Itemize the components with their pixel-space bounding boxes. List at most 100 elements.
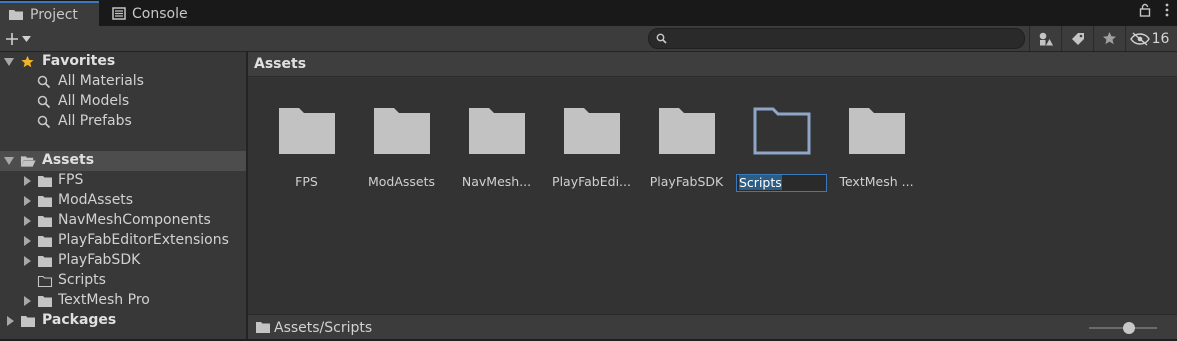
- empty-folder-icon: [37, 274, 53, 288]
- collapsed-arrow-icon[interactable]: [22, 256, 32, 266]
- tree-folder-navmeshcomponents[interactable]: NavMeshComponents: [0, 211, 246, 231]
- content-header-label[interactable]: Assets: [254, 56, 306, 72]
- tree-folder-modassets[interactable]: ModAssets: [0, 191, 246, 211]
- tree-favorite-label: All Models: [58, 93, 130, 109]
- empty-folder-icon: [753, 107, 810, 155]
- hidden-packages-toggle[interactable]: 16: [1125, 26, 1173, 51]
- folder-icon: [255, 321, 271, 334]
- folder-icon: [9, 10, 23, 20]
- tree-folder-label: PlayFabSDK: [58, 252, 141, 268]
- folder-icon: [278, 108, 335, 154]
- tree-favorite-label: All Materials: [58, 73, 144, 89]
- folder-icon: [37, 294, 53, 308]
- collapsed-arrow-icon[interactable]: [5, 316, 15, 326]
- tree-packages-label: Packages: [42, 312, 117, 328]
- lock-icon[interactable]: [1139, 3, 1151, 17]
- search-icon: [37, 95, 53, 109]
- favorite-search-button[interactable]: [1093, 26, 1125, 51]
- asset-folder[interactable]: NavMesh...: [449, 102, 544, 192]
- collapsed-arrow-icon[interactable]: [22, 236, 32, 246]
- more-options-icon[interactable]: [1165, 3, 1169, 17]
- rename-text[interactable]: Scripts: [739, 175, 782, 190]
- asset-folder[interactable]: PlayFabEdi...: [544, 102, 639, 192]
- tree-folder-label: PlayFabEditorExtensions: [58, 232, 229, 248]
- search-by-type-button[interactable]: [1029, 26, 1061, 51]
- content-breadcrumb: Assets: [248, 52, 1177, 77]
- tree-folder-playfabsdk[interactable]: PlayFabSDK: [0, 251, 246, 271]
- plus-icon: [6, 33, 18, 45]
- tree-folder-label: NavMeshComponents: [58, 212, 211, 228]
- tree-packages[interactable]: Packages: [0, 311, 246, 331]
- folder-tree: Favorites All Materials All Models All P…: [0, 52, 246, 341]
- folder-icon: [848, 108, 905, 154]
- search-icon: [37, 75, 53, 89]
- rename-field[interactable]: Scripts: [736, 174, 827, 192]
- asset-folder[interactable]: TextMesh ...: [829, 102, 924, 192]
- folder-icon: [37, 194, 53, 208]
- tree-favorite-item[interactable]: All Prefabs: [0, 112, 246, 132]
- collapsed-arrow-icon[interactable]: [22, 196, 32, 206]
- tree-folder-scripts[interactable]: Scripts: [0, 271, 246, 291]
- window-tab-bar: Project Console: [0, 0, 1177, 26]
- collapsed-arrow-icon[interactable]: [22, 176, 32, 186]
- asset-name: ModAssets: [367, 174, 436, 189]
- folder-icon: [37, 234, 53, 248]
- folder-icon: [20, 314, 36, 328]
- tree-assets[interactable]: Assets: [0, 151, 246, 171]
- eye-slash-icon: [1129, 31, 1150, 46]
- collapsed-arrow-icon[interactable]: [22, 296, 32, 306]
- tree-folder-label: TextMesh Pro: [58, 292, 150, 308]
- type-filter-icon: [1039, 32, 1053, 45]
- tree-favorite-label: All Prefabs: [58, 113, 132, 129]
- open-folder-icon: [20, 154, 36, 168]
- asset-folder-selected[interactable]: Scripts: [734, 102, 829, 192]
- expand-arrow-icon[interactable]: [4, 156, 14, 166]
- tab-console-label: Console: [132, 5, 188, 22]
- asset-name: NavMesh...: [461, 174, 532, 189]
- path-bar: Assets/Scripts: [248, 314, 1177, 340]
- folder-icon: [37, 214, 53, 228]
- icon-size-slider[interactable]: [1089, 322, 1157, 334]
- folder-icon: [37, 254, 53, 268]
- tree-folder-fps[interactable]: FPS: [0, 171, 246, 191]
- asset-name: FPS: [295, 174, 318, 189]
- project-toolbar: 16: [0, 26, 1177, 52]
- create-button[interactable]: [4, 28, 38, 50]
- search-icon: [656, 33, 667, 44]
- slider-knob[interactable]: [1122, 322, 1135, 334]
- tree-favorite-item[interactable]: All Materials: [0, 72, 246, 92]
- tab-project[interactable]: Project: [0, 1, 99, 26]
- search-icon: [37, 115, 53, 129]
- asset-name: PlayFabSDK: [649, 174, 724, 189]
- tab-console[interactable]: Console: [104, 1, 204, 26]
- tree-folder-label: ModAssets: [58, 192, 134, 208]
- tree-folder-label: Scripts: [58, 272, 106, 288]
- tree-folder-textmeshpro[interactable]: TextMesh Pro: [0, 291, 246, 311]
- console-icon: [112, 7, 126, 20]
- asset-folder[interactable]: FPS: [259, 102, 354, 192]
- folder-icon: [658, 108, 715, 154]
- search-by-label-button[interactable]: [1061, 26, 1093, 51]
- asset-grid: FPS ModAssets NavMesh... PlayFabEdi... P…: [248, 78, 1177, 314]
- tag-icon: [1071, 32, 1084, 45]
- collapsed-arrow-icon[interactable]: [22, 216, 32, 226]
- tree-assets-label: Assets: [42, 152, 95, 168]
- asset-name: PlayFabEdi...: [552, 174, 631, 189]
- search-field[interactable]: [648, 28, 1025, 49]
- expand-arrow-icon[interactable]: [4, 57, 14, 67]
- hidden-count: 16: [1151, 30, 1170, 47]
- asset-folder[interactable]: PlayFabSDK: [639, 102, 734, 192]
- search-input[interactable]: [669, 29, 1014, 48]
- tab-project-label: Project: [30, 6, 78, 23]
- tree-favorite-item[interactable]: All Models: [0, 92, 246, 112]
- tree-favorites-label: Favorites: [42, 53, 116, 69]
- tree-folder-playfabeditorextensions[interactable]: PlayFabEditorExtensions: [0, 231, 246, 251]
- asset-folder[interactable]: ModAssets: [354, 102, 449, 192]
- tree-folder-label: FPS: [58, 172, 84, 188]
- folder-icon: [563, 108, 620, 154]
- tree-favorites[interactable]: Favorites: [0, 52, 246, 72]
- asset-name: TextMesh ...: [839, 174, 914, 189]
- star-icon: [1103, 32, 1116, 45]
- folder-icon: [468, 108, 525, 154]
- chevron-down-icon: [22, 36, 31, 42]
